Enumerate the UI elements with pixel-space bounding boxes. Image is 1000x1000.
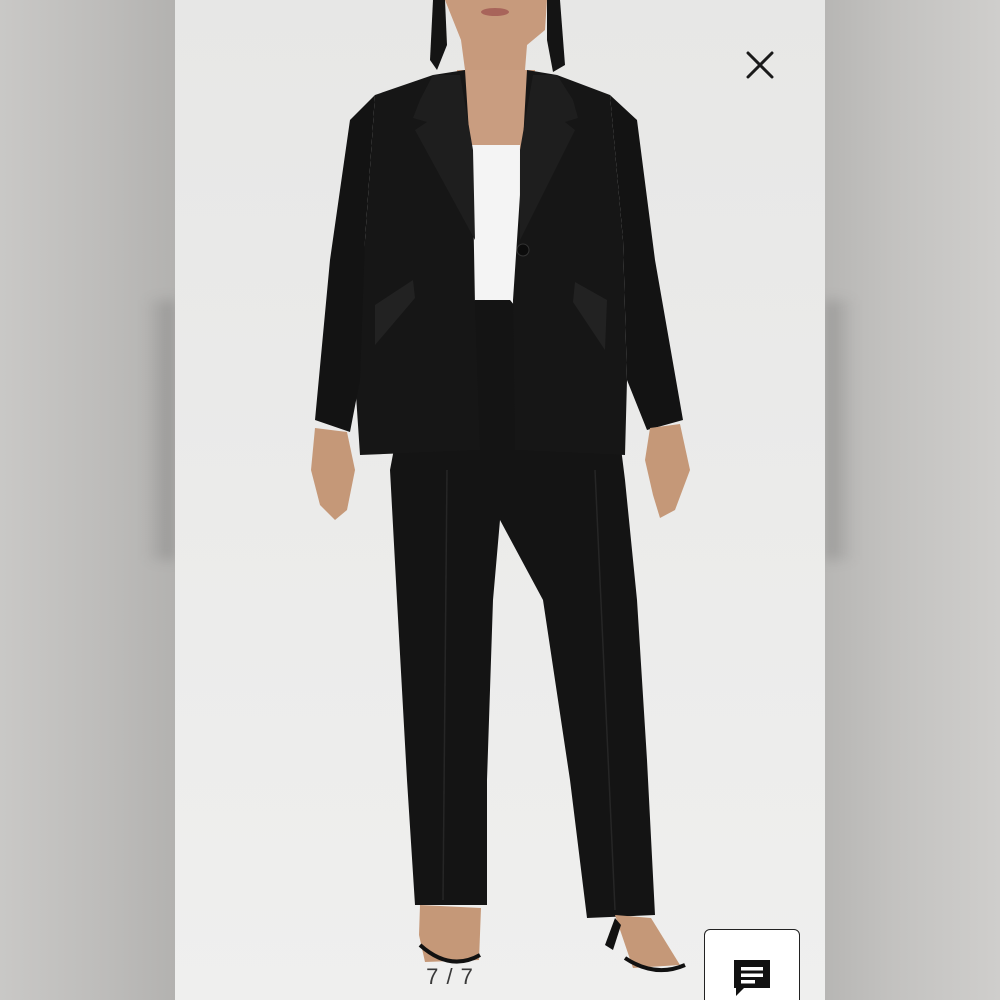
close-icon	[746, 51, 774, 79]
close-button[interactable]	[740, 45, 780, 85]
background-blur-left	[0, 0, 175, 1000]
image-counter: 7 / 7	[426, 964, 474, 989]
background-blur-right	[825, 0, 1000, 1000]
chat-button[interactable]	[704, 929, 800, 1000]
chat-icon	[734, 960, 770, 996]
product-photo	[175, 0, 825, 1000]
image-viewer[interactable]: 7 / 7	[175, 0, 825, 1000]
